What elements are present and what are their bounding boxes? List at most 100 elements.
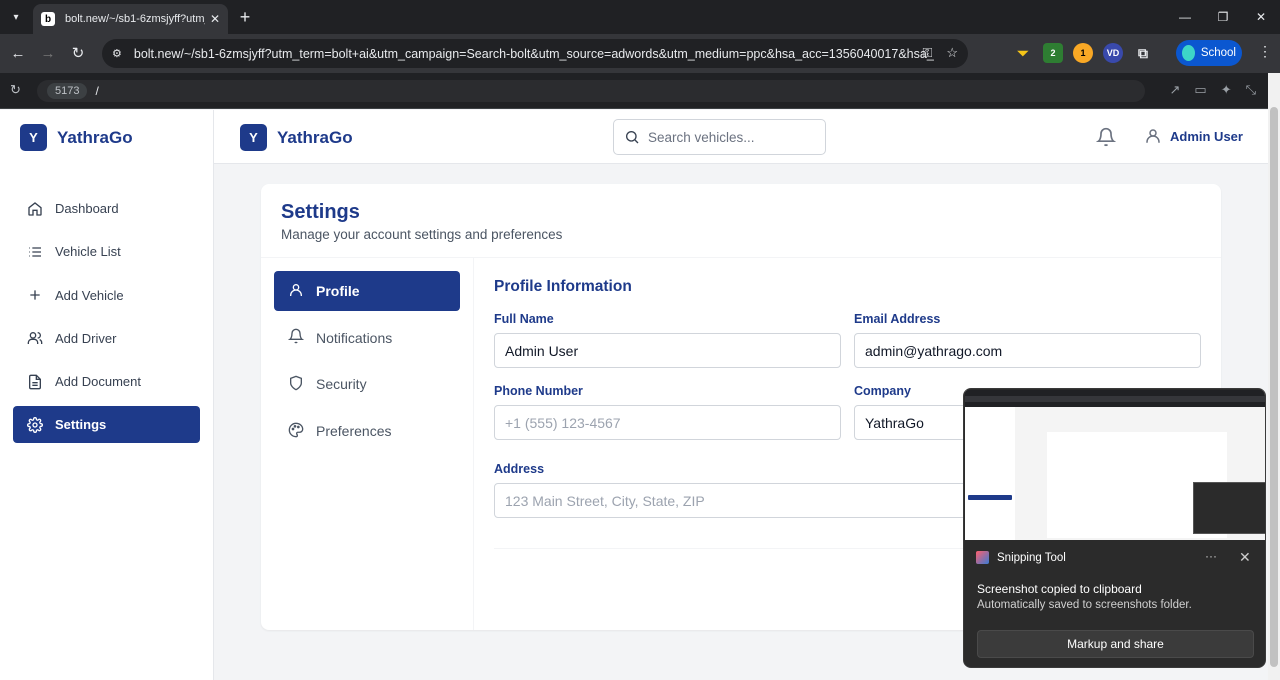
- shield-icon: [288, 375, 304, 394]
- collapse-icon[interactable]: ⤡: [1246, 82, 1256, 98]
- tab-close-icon[interactable]: ✕: [210, 12, 220, 26]
- sidebar-item-settings[interactable]: Settings: [13, 406, 200, 444]
- field-label: Full Name: [494, 312, 554, 326]
- sidebar-item-add-document[interactable]: Add Document: [13, 363, 200, 400]
- tab-preferences[interactable]: Preferences: [274, 411, 460, 451]
- logo-icon: Y: [20, 124, 47, 151]
- plus-icon: [26, 287, 43, 304]
- open-external-icon[interactable]: ↗: [1169, 82, 1180, 98]
- email-input[interactable]: admin@yathrago.com: [854, 333, 1201, 368]
- field-label: Email Address: [854, 312, 941, 326]
- profile-name: School: [1200, 47, 1236, 59]
- tab-notifications[interactable]: Notifications: [274, 318, 460, 358]
- phone-input[interactable]: +1 (555) 123-4567: [494, 405, 841, 440]
- close-icon[interactable]: ✕: [1239, 549, 1251, 566]
- preview-reload-icon[interactable]: ↻: [10, 82, 21, 98]
- browser-menu-icon[interactable]: ⋮: [1258, 43, 1272, 60]
- tab-label: Security: [316, 376, 367, 393]
- profile-avatar: [1182, 45, 1195, 61]
- sidebar-nav: Dashboard Vehicle List Add Vehicle Add D…: [13, 190, 200, 450]
- brand-name: YathraGo: [57, 127, 133, 147]
- url-bar[interactable]: ⚙ bolt.new/~/sb1-6zmsjyff?utm_term=bolt+…: [102, 39, 968, 68]
- bolt-favicon-icon: b: [41, 12, 55, 26]
- extension-coin-icon[interactable]: 1: [1073, 43, 1093, 63]
- snipping-tool-notification[interactable]: Snipping Tool ··· ✕ Screenshot copied to…: [963, 388, 1266, 668]
- browser-address-bar: ← → ↻ ⚙ bolt.new/~/sb1-6zmsjyff?utm_term…: [0, 34, 1280, 73]
- toast-header: Snipping Tool: [976, 551, 1066, 564]
- url-text: bolt.new/~/sb1-6zmsjyff?utm_term=bolt+ai…: [133, 46, 934, 61]
- search-box: [613, 119, 826, 155]
- preview-path: /: [95, 84, 99, 98]
- sidebar-item-label: Vehicle List: [55, 244, 121, 260]
- device-preview-icon[interactable]: ▭: [1194, 82, 1206, 98]
- email-field: Email Address admin@yathrago.com: [854, 312, 1201, 368]
- page-title: Settings: [281, 201, 360, 223]
- full-name-field: Full Name Admin User: [494, 312, 841, 368]
- bookmark-star-icon[interactable]: ☆: [946, 45, 958, 61]
- browser-tab[interactable]: b bolt.new/~/sb1-6zmsjyff?utm_t ✕: [33, 4, 228, 34]
- new-tab-icon[interactable]: +: [235, 7, 255, 28]
- browser-tab-bar: ▾ b bolt.new/~/sb1-6zmsjyff?utm_t ✕ + — …: [0, 0, 1280, 34]
- app-header: Y YathraGo Admin User: [214, 110, 1268, 164]
- toast-app-name: Snipping Tool: [997, 551, 1066, 564]
- field-label: Phone Number: [494, 384, 583, 398]
- profile-button[interactable]: School: [1176, 40, 1242, 66]
- forward-icon[interactable]: →: [38, 43, 58, 63]
- preview-toolbar: ↻ 5173 / ↗ ▭ ✦ ⤡: [0, 73, 1268, 109]
- snipping-tool-icon: [976, 551, 989, 564]
- divider: [261, 257, 1221, 258]
- tab-search-icon[interactable]: ▾: [6, 7, 26, 27]
- logo-icon: Y: [240, 124, 267, 151]
- sidebar-item-label: Dashboard: [55, 201, 119, 216]
- sidebar-item-vehicle-list[interactable]: Vehicle List: [13, 233, 200, 270]
- tab-profile[interactable]: Profile: [274, 271, 460, 311]
- sidebar-item-add-driver[interactable]: Add Driver: [13, 320, 200, 357]
- extension-vd-icon[interactable]: VD: [1103, 43, 1123, 63]
- sidebar-item-dashboard[interactable]: Dashboard: [13, 190, 200, 227]
- sidebar: Y YathraGo Dashboard Vehicle List Add Ve…: [0, 110, 214, 680]
- tab-label: Preferences: [316, 423, 392, 440]
- palette-icon: [288, 422, 304, 441]
- toast-message: Screenshot copied to clipboard: [977, 582, 1142, 596]
- user-icon: [288, 282, 304, 301]
- sidebar-item-label: Add Driver: [55, 330, 117, 346]
- full-name-input[interactable]: Admin User: [494, 333, 841, 368]
- sidebar-item-label: Add Document: [55, 374, 141, 390]
- notification-bell-icon[interactable]: [1096, 127, 1116, 147]
- list-icon: [26, 243, 43, 260]
- close-window-icon[interactable]: ✕: [1242, 0, 1280, 34]
- extension-arrow-icon[interactable]: ⏷: [1013, 43, 1033, 63]
- preview-url-input[interactable]: 5173 /: [37, 80, 1145, 102]
- page-scrollbar[interactable]: [1268, 73, 1280, 680]
- sidebar-brand[interactable]: Y YathraGo: [20, 124, 133, 151]
- sidebar-item-label: Settings: [55, 417, 107, 433]
- extension-shield-icon[interactable]: 2: [1043, 43, 1063, 63]
- settings-nav: Profile Notifications Security Preferenc…: [274, 271, 460, 458]
- screenshot-thumbnail[interactable]: [965, 390, 1265, 540]
- window-controls: — ❐ ✕: [1166, 0, 1280, 34]
- extensions-puzzle-icon[interactable]: ⧉: [1133, 43, 1153, 63]
- password-key-icon[interactable]: ⚿: [922, 45, 932, 61]
- port-badge[interactable]: 5173: [47, 83, 88, 99]
- header-brand[interactable]: Y YathraGo: [240, 124, 353, 151]
- tab-security[interactable]: Security: [274, 364, 460, 404]
- search-input[interactable]: [648, 129, 808, 145]
- tab-title: bolt.new/~/sb1-6zmsjyff?utm_t: [65, 13, 205, 25]
- sidebar-item-add-vehicle[interactable]: Add Vehicle: [13, 277, 200, 314]
- tab-label: Profile: [316, 283, 360, 299]
- markup-and-share-button[interactable]: Markup and share: [977, 630, 1254, 658]
- user-menu[interactable]: Admin User: [1144, 127, 1243, 145]
- back-icon[interactable]: ←: [8, 43, 28, 63]
- reload-icon[interactable]: ↻: [68, 43, 88, 63]
- more-options-icon[interactable]: ···: [1205, 549, 1217, 563]
- maximize-icon[interactable]: ❐: [1204, 0, 1242, 34]
- minimize-icon[interactable]: —: [1166, 0, 1204, 34]
- scrollbar-thumb[interactable]: [1270, 107, 1278, 667]
- home-icon: [26, 200, 43, 217]
- phone-field: Phone Number +1 (555) 123-4567: [494, 384, 841, 440]
- inspect-icon[interactable]: ✦: [1221, 82, 1232, 98]
- section-title: Profile Information: [494, 278, 632, 295]
- divider: [473, 258, 474, 630]
- site-info-icon[interactable]: ⚙: [112, 47, 122, 60]
- sidebar-item-label: Add Vehicle: [55, 287, 124, 303]
